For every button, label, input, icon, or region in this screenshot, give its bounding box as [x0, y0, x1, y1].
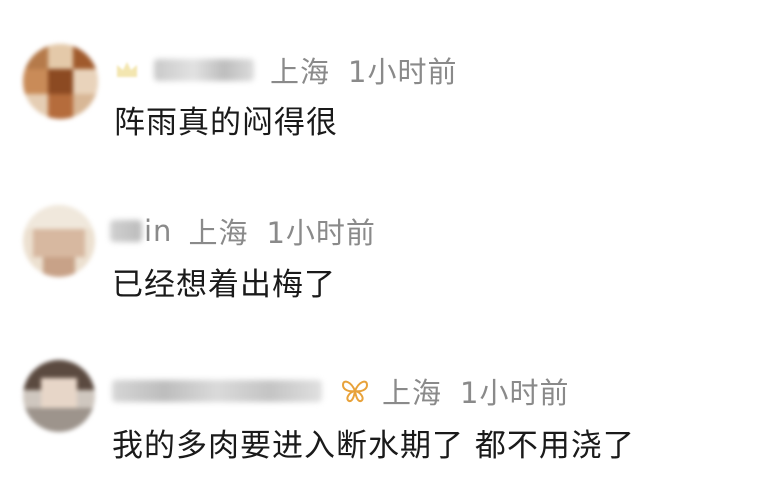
comment-meta: 上海 1小时前 — [112, 371, 569, 411]
comment-text: 我的多肉要进入断水期了 都不用浇了 — [112, 428, 635, 464]
comment-time: 1小时前 — [460, 376, 570, 410]
butterfly-icon — [341, 380, 369, 403]
avatar[interactable] — [23, 360, 95, 432]
comment-location: 上海 — [382, 376, 443, 410]
comment-item: 上海 1小时前 我的多肉要进入断水期了 都不用浇了 — [0, 0, 771, 483]
username-blurred[interactable] — [112, 380, 322, 402]
